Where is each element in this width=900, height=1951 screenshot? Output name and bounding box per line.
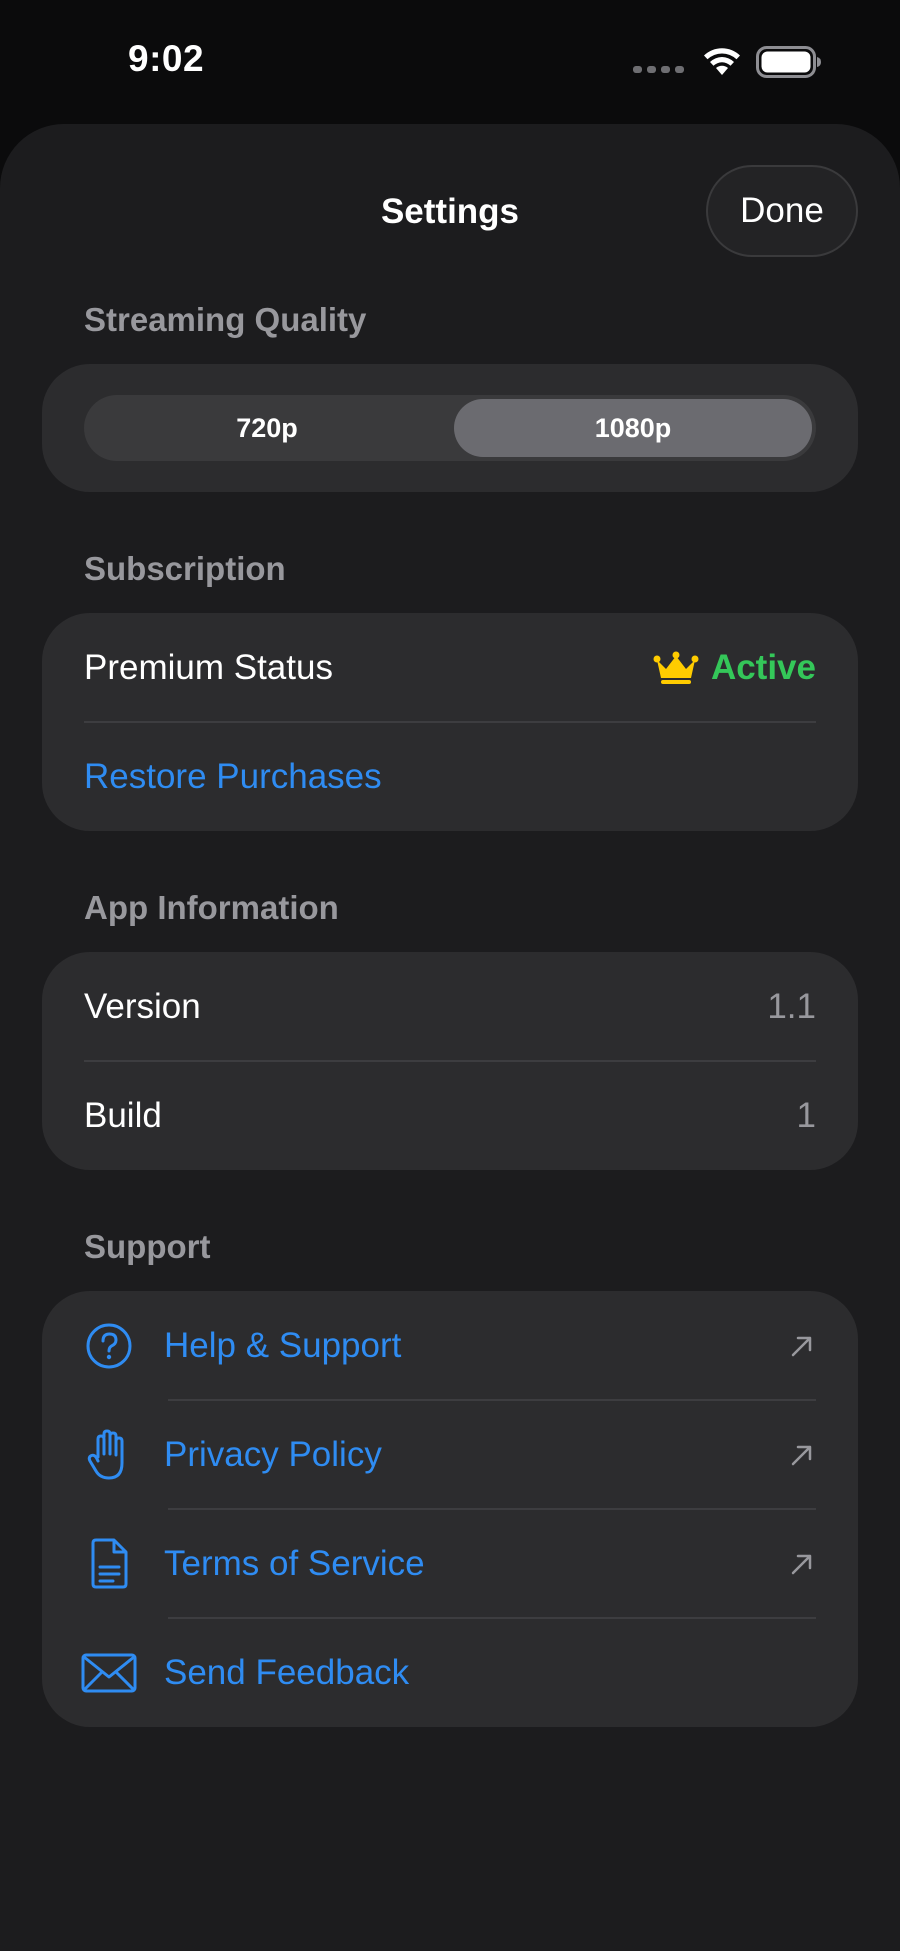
build-value: 1 [796, 1095, 816, 1135]
restore-purchases-link[interactable]: Restore Purchases [84, 757, 382, 797]
segment-720p[interactable]: 720p [84, 395, 450, 461]
app-information-card: Version 1.1 Build 1 [42, 952, 858, 1170]
build-row: Build 1 [84, 1061, 816, 1170]
premium-status-label: Premium Status [84, 647, 333, 687]
document-icon [80, 1535, 138, 1593]
external-link-arrow-icon [791, 1445, 812, 1465]
premium-status-value: Active [653, 648, 816, 688]
section-header-streaming-quality: Streaming Quality [84, 301, 367, 338]
support-card: Help & Support Privacy Policy Terms of S… [42, 1291, 858, 1727]
wifi-icon [704, 48, 740, 75]
external-link-arrow-icon [791, 1336, 812, 1356]
section-header-app-information: App Information [84, 889, 339, 926]
crown-icon [653, 651, 699, 684]
premium-status-row: Premium Status Active [84, 613, 816, 722]
help-support-row[interactable]: Help & Support [84, 1291, 816, 1400]
status-bar: 9:02 [0, 0, 900, 120]
send-feedback-row[interactable]: Send Feedback [81, 1618, 816, 1727]
hand-raised-icon [80, 1426, 138, 1484]
version-label: Version [84, 986, 201, 1026]
section-header-support: Support [84, 1228, 211, 1265]
restore-purchases-row[interactable]: Restore Purchases [84, 722, 816, 831]
segment-1080p[interactable]: 1080p [450, 395, 816, 461]
privacy-policy-label: Privacy Policy [164, 1434, 382, 1474]
terms-of-service-row[interactable]: Terms of Service [84, 1509, 816, 1618]
streaming-quality-card: 720p 1080p [42, 364, 858, 492]
question-circle-icon [80, 1317, 138, 1375]
premium-active-text: Active [710, 647, 816, 687]
build-label: Build [84, 1095, 162, 1135]
terms-of-service-label: Terms of Service [164, 1543, 425, 1583]
battery-icon [756, 46, 821, 78]
status-icons [633, 44, 822, 80]
streaming-quality-segmented-control[interactable]: 720p 1080p [84, 395, 816, 461]
external-link-arrow-icon [791, 1554, 812, 1574]
version-value: 1.1 [767, 986, 816, 1026]
version-row: Version 1.1 [84, 952, 816, 1061]
help-support-label: Help & Support [164, 1325, 402, 1365]
envelope-icon [80, 1644, 138, 1702]
status-time: 9:02 [128, 38, 205, 79]
cellular-signal-icon [633, 65, 684, 73]
send-feedback-label: Send Feedback [164, 1652, 410, 1692]
settings-sheet: Settings Done Streaming Quality 720p 108… [0, 124, 900, 1951]
section-header-subscription: Subscription [84, 550, 286, 587]
done-button[interactable]: Done [706, 165, 858, 257]
privacy-policy-row[interactable]: Privacy Policy [84, 1400, 816, 1509]
subscription-card: Premium Status Active Restore Purchases [42, 613, 858, 831]
